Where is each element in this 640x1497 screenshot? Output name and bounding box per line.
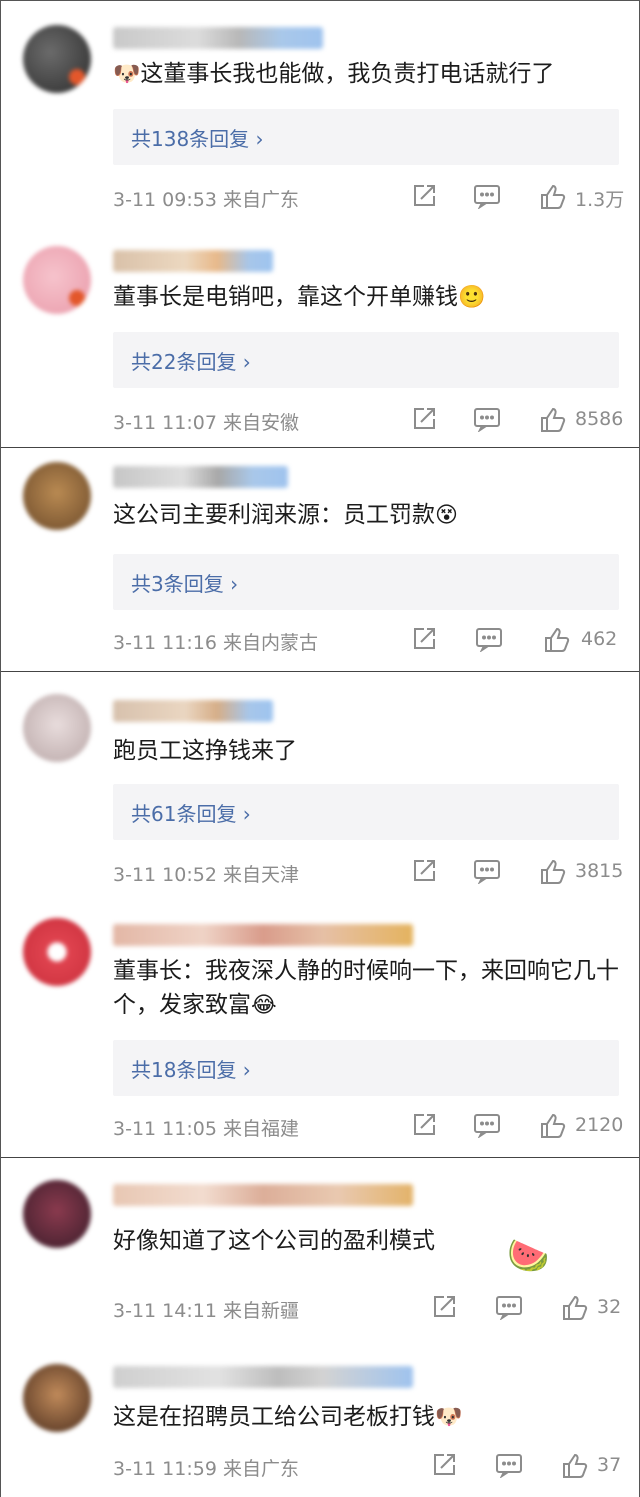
comment-icon[interactable] (475, 626, 503, 656)
share-icon[interactable] (411, 1112, 437, 1142)
like-icon[interactable] (539, 858, 567, 888)
shocked-face-emoji: 😵 (435, 503, 458, 528)
share-icon[interactable] (411, 406, 437, 436)
username-blurred[interactable] (113, 700, 273, 722)
like-icon[interactable] (561, 1452, 589, 1482)
comment-time-location: 3-11 11:07 来自安徽 (113, 412, 299, 434)
comment-meta: 3-11 14:11 来自新疆 32 (113, 1294, 621, 1324)
comment-meta: 3-11 09:53 来自广东 1.3万 (113, 183, 625, 213)
comment-time-location: 3-11 11:16 来自内蒙古 (113, 632, 318, 654)
comment-item: 🐶这董事长我也能做，我负责打电话就行了 共138条回复 › 3-11 09:53… (1, 1, 639, 226)
like-icon[interactable] (539, 1112, 567, 1142)
comment-icon[interactable] (473, 406, 501, 436)
comment-actions: 462 (411, 626, 621, 656)
comment-actions: 32 (431, 1294, 621, 1324)
comment-time-location: 3-11 14:11 来自新疆 (113, 1300, 299, 1322)
dog-face-emoji: 🐶 (435, 1405, 463, 1430)
comment-panel: 🐶这董事长我也能做，我负责打电话就行了 共138条回复 › 3-11 09:53… (1, 1, 639, 447)
comment-icon[interactable] (473, 858, 501, 888)
like-icon[interactable] (539, 183, 567, 213)
avatar[interactable] (23, 918, 91, 986)
avatar[interactable] (23, 694, 91, 762)
comment-actions: 8586 (411, 406, 624, 436)
comment-text: 董事长：我夜深人静的时候响一下，来回响它几十个，发家致富😂 (113, 954, 621, 1023)
comment-meta: 3-11 11:05 来自福建 2120 (113, 1112, 624, 1142)
username-blurred[interactable] (113, 466, 288, 488)
avatar[interactable] (23, 462, 91, 530)
like-count: 462 (581, 628, 618, 650)
comment-item: 这是在招聘员工给公司老板打钱🐶 3-11 11:59 来自广东 37 (1, 1348, 639, 1497)
avatar[interactable] (23, 1364, 91, 1432)
username-blurred[interactable] (113, 1184, 413, 1206)
comment-actions: 1.3万 (411, 183, 625, 213)
comment-icon[interactable] (473, 183, 501, 213)
comment-icon[interactable] (495, 1294, 523, 1324)
comment-time-location: 3-11 11:59 来自广东 (113, 1458, 299, 1480)
comment-text: 跑员工这挣钱来了 (113, 738, 297, 764)
comment-text: 这是在招聘员工给公司老板打钱🐶 (113, 1400, 621, 1435)
comment-actions: 37 (431, 1452, 621, 1482)
comment-actions: 3815 (411, 858, 624, 888)
like-count: 8586 (575, 408, 624, 430)
username-blurred[interactable] (113, 1366, 413, 1388)
username-blurred[interactable] (113, 250, 273, 272)
laugh-cry-emoji: 😂 (251, 993, 277, 1018)
screenshot-collage: 🐶这董事长我也能做，我负责打电话就行了 共138条回复 › 3-11 09:53… (0, 0, 640, 1497)
like-count: 1.3万 (575, 189, 625, 211)
comment-meta: 3-11 11:59 来自广东 37 (113, 1452, 621, 1482)
comment-panel: 这公司主要利润来源：员工罚款😵 共3条回复 › 3-11 11:16 来自内蒙古… (1, 447, 639, 671)
comment-meta: 3-11 11:07 来自安徽 8586 (113, 406, 624, 436)
replies-link[interactable]: 共138条回复 › (113, 109, 619, 165)
comment-text: 🐶这董事长我也能做，我负责打电话就行了 (113, 57, 621, 92)
avatar[interactable] (23, 246, 91, 314)
like-icon[interactable] (543, 626, 571, 656)
comment-text: 董事长是电销吧，靠这个开单赚钱🙂 (113, 280, 621, 315)
comment-actions: 2120 (411, 1112, 624, 1142)
like-count: 2120 (575, 1114, 624, 1136)
avatar[interactable] (23, 25, 91, 93)
comment-item: 这公司主要利润来源：员工罚款😵 共3条回复 › 3-11 11:16 来自内蒙古… (1, 448, 639, 672)
comment-icon[interactable] (473, 1112, 501, 1142)
comment-item: 跑员工这挣钱来了 共61条回复 › 3-11 10:52 来自天津 3815 (1, 672, 639, 900)
comment-meta: 3-11 10:52 来自天津 3815 (113, 858, 624, 888)
avatar[interactable] (23, 1180, 91, 1248)
comment-text: 这公司主要利润来源：员工罚款😵 (113, 498, 621, 533)
dog-face-emoji: 🐶 (113, 62, 141, 87)
like-count: 32 (597, 1296, 622, 1318)
like-count: 3815 (575, 860, 624, 882)
share-icon[interactable] (411, 626, 437, 656)
watermelon-emoji: 🍉 (507, 1236, 550, 1276)
comment-icon[interactable] (495, 1452, 523, 1482)
username-blurred[interactable] (113, 924, 413, 946)
like-icon[interactable] (539, 406, 567, 436)
replies-link[interactable]: 共3条回复 › (113, 554, 619, 610)
like-count: 37 (597, 1454, 622, 1476)
comment-item: 董事长是电销吧，靠这个开单赚钱🙂 共22条回复 › 3-11 11:07 来自安… (1, 226, 639, 447)
like-icon[interactable] (561, 1294, 589, 1324)
comment-item: 董事长：我夜深人静的时候响一下，来回响它几十个，发家致富😂 共18条回复 › 3… (1, 900, 639, 1158)
replies-link[interactable]: 共22条回复 › (113, 332, 619, 388)
comment-panel: 好像知道了这个公司的盈利模式 🍉 3-11 14:11 来自新疆 32 这是在招… (1, 1157, 639, 1497)
replies-link[interactable]: 共61条回复 › (113, 784, 619, 840)
comment-time-location: 3-11 11:05 来自福建 (113, 1118, 299, 1140)
username-blurred[interactable] (113, 27, 323, 49)
comment-panel: 跑员工这挣钱来了 共61条回复 › 3-11 10:52 来自天津 3815 董… (1, 671, 639, 1157)
share-icon[interactable] (431, 1452, 457, 1482)
comment-time-location: 3-11 10:52 来自天津 (113, 864, 299, 886)
comment-meta: 3-11 11:16 来自内蒙古 462 (113, 626, 621, 656)
replies-link[interactable]: 共18条回复 › (113, 1040, 619, 1096)
share-icon[interactable] (411, 858, 437, 888)
comment-time-location: 3-11 09:53 来自广东 (113, 189, 299, 211)
smile-emoji: 🙂 (458, 285, 486, 310)
share-icon[interactable] (431, 1294, 457, 1324)
share-icon[interactable] (411, 183, 437, 213)
comment-item: 好像知道了这个公司的盈利模式 🍉 3-11 14:11 来自新疆 32 (1, 1158, 639, 1348)
